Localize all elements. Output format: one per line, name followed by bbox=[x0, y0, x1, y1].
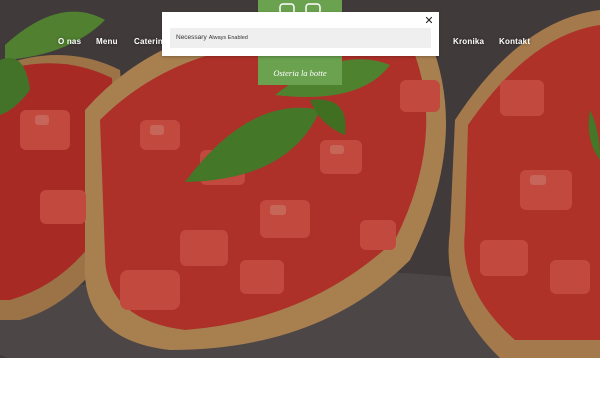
nav-item-menu[interactable]: Menu bbox=[96, 37, 118, 46]
cookie-category-necessary[interactable]: Necessary Always Enabled bbox=[170, 28, 431, 48]
nav-item-o-nas[interactable]: O nas bbox=[58, 37, 81, 46]
content-area bbox=[0, 358, 600, 400]
cookie-category-label: Necessary Always Enabled bbox=[176, 34, 248, 41]
cookie-category-name: Necessary bbox=[176, 34, 207, 41]
close-icon[interactable]: ✕ bbox=[422, 14, 436, 28]
cookie-category-status: Always Enabled bbox=[208, 35, 248, 41]
logo-text: Osteria la botte bbox=[273, 68, 327, 78]
nav-item-kontakt[interactable]: Kontakt bbox=[499, 37, 530, 46]
cookie-consent-panel: ✕ Necessary Always Enabled bbox=[162, 12, 439, 56]
nav-item-kronika[interactable]: Kronika bbox=[453, 37, 484, 46]
